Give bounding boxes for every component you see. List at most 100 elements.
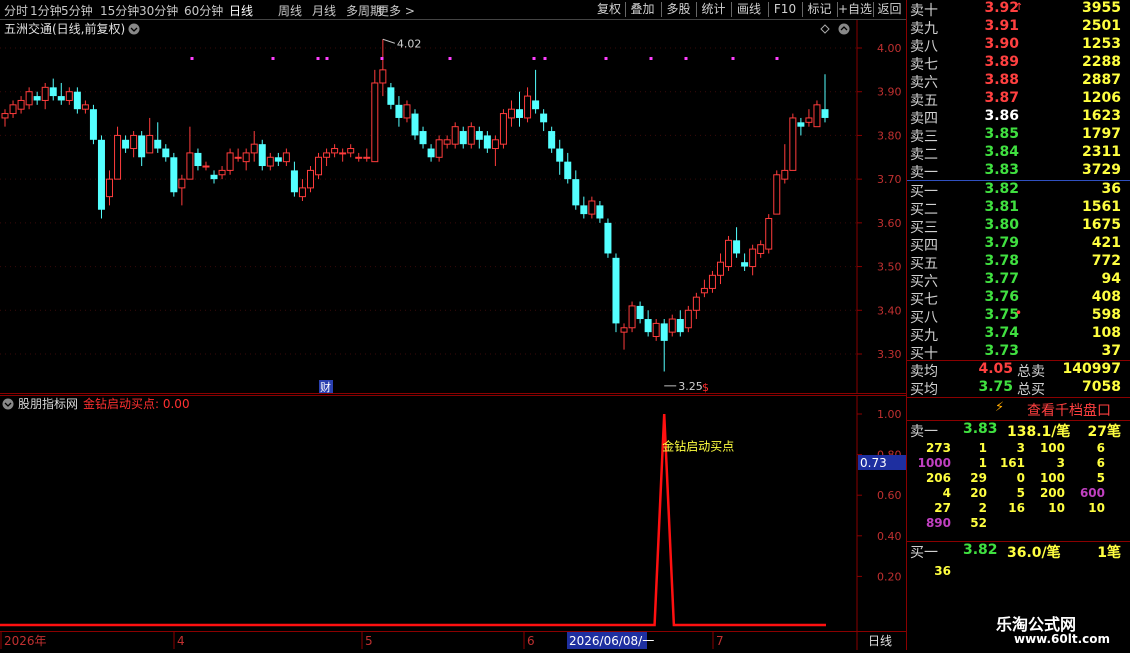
ask-row-5[interactable]: 卖五 3.87 1206 — [907, 90, 1130, 109]
candle — [323, 148, 331, 167]
candle — [725, 235, 733, 271]
candle — [628, 301, 636, 333]
candle — [202, 161, 210, 171]
ask-row-9[interactable]: 卖一 3.83 3729 — [907, 162, 1130, 181]
candle — [548, 126, 556, 153]
ask-row-1[interactable]: 卖九 3.91 2501 — [907, 18, 1130, 37]
candle — [572, 170, 580, 210]
candle — [660, 319, 668, 372]
period-tab-8[interactable]: 月线 — [312, 2, 336, 19]
toolbar-button-5[interactable]: F10 — [769, 1, 801, 18]
candle — [532, 69, 540, 114]
signal-dot — [532, 57, 536, 60]
candle — [395, 96, 403, 127]
candle — [234, 148, 242, 162]
candle — [210, 170, 218, 184]
period-tab-5[interactable]: 60分钟 — [184, 2, 223, 19]
candle — [339, 148, 347, 162]
finance-marker[interactable]: 财 — [320, 380, 331, 394]
order-book-panel: 卖十 3.92 3955 卖九 3.91 2501 卖八 3.90 1253 卖七 3.89 2288… — [906, 0, 1130, 650]
candle — [588, 196, 596, 219]
bid-row-8[interactable]: 买九 3.74 108 — [907, 325, 1130, 344]
chart-option-icons[interactable] — [820, 23, 850, 35]
candle — [741, 253, 749, 271]
period-tab-10[interactable]: 更多 > — [377, 2, 415, 19]
signal-dot — [325, 57, 329, 60]
period-tab-7[interactable]: 周线 — [278, 2, 302, 19]
toolbar-button-0[interactable]: 复权 — [593, 1, 625, 18]
signal-dot — [649, 57, 653, 60]
ask-row-6[interactable]: 卖四 3.86 1623 — [907, 108, 1130, 127]
toolbar-button-8[interactable]: 返回 — [874, 1, 905, 18]
candle — [315, 152, 323, 180]
candle — [89, 104, 97, 145]
bid-row-4[interactable]: 买五 3.78 772 — [907, 253, 1130, 272]
candle — [805, 109, 813, 127]
kline-svg[interactable]: 4.00 3.90 3.80 3.70 3.60 3.50 3.40 3.30 五洲交通(日线… — [0, 20, 906, 394]
toolbar-button-3[interactable]: 统计 — [697, 1, 730, 18]
toolbar-button-2[interactable]: 多股 — [662, 1, 695, 18]
candle — [130, 131, 138, 158]
main-kline-chart[interactable]: 4.00 3.90 3.80 3.70 3.60 3.50 3.40 3.30 五洲交通(日线… — [0, 20, 906, 394]
s-marker[interactable]: $ — [702, 381, 709, 394]
candle — [419, 126, 427, 149]
sell-queue-row: 4 20 5 200 600 — [942, 486, 1105, 500]
bid-row-0[interactable]: 买一 3.82 36 — [907, 181, 1130, 200]
date-axis: 2026年 4 5 6 7 2026/06/08/一 日线 — [0, 631, 906, 650]
candle — [114, 126, 122, 180]
toolbar-button-7[interactable]: +自选 — [838, 1, 872, 18]
period-tab-4[interactable]: 30分钟 — [139, 2, 178, 19]
candle — [1, 109, 9, 127]
candle — [749, 244, 757, 276]
ind-y-tick-label: 0.60 — [877, 489, 902, 502]
indicator-svg[interactable]: 股朋指标网 金钻启动买点: 0.00 1.000.800.600.400.20 … — [0, 395, 906, 631]
toolbar-button-6[interactable]: 标记 — [803, 1, 836, 18]
sell-queue-row: 273 1 3 100 6 — [925, 441, 1105, 455]
candle — [226, 148, 234, 175]
candle — [564, 152, 572, 184]
candle — [435, 135, 443, 162]
period-tab-6[interactable]: 日线 — [229, 2, 253, 19]
candle — [250, 131, 258, 162]
toolbar-button-1[interactable]: 叠加 — [626, 1, 659, 18]
period-tab-2[interactable]: 5分钟 — [61, 2, 93, 19]
ind-y-tick-label: 0.40 — [877, 530, 902, 543]
month-label: 5 — [365, 634, 373, 648]
candle — [154, 122, 162, 153]
candle — [81, 100, 89, 114]
candle — [692, 292, 700, 320]
signal-dot — [775, 57, 779, 60]
bid-row-2[interactable]: 买三 3.80 1675 — [907, 217, 1130, 236]
toolbar-button-4[interactable]: 画线 — [732, 1, 766, 18]
candle — [668, 314, 676, 337]
candle — [106, 170, 114, 206]
title-dropdown-icon[interactable] — [128, 23, 140, 35]
ask-row-4[interactable]: 卖六 3.88 2887 — [907, 72, 1130, 91]
bid-row-9[interactable]: 买十 3.73 37 — [907, 343, 1130, 362]
candle — [347, 144, 355, 158]
period-tab-0[interactable]: 分时 — [4, 2, 28, 19]
bid-row-1[interactable]: 买二 3.81 1561 — [907, 199, 1130, 218]
ask-row-8[interactable]: 卖二 3.84 2311 — [907, 144, 1130, 163]
sell-queue-row: 890 52 — [925, 516, 987, 530]
bid-row-6[interactable]: 买七 3.76 408 — [907, 289, 1130, 308]
period-tab-3[interactable]: 15分钟 — [100, 2, 139, 19]
candle — [17, 96, 25, 114]
candle — [451, 122, 459, 149]
period-tab-1[interactable]: 1分钟 — [30, 2, 62, 19]
candle — [403, 100, 411, 123]
ask-row-2[interactable]: 卖八 3.90 1253 — [907, 36, 1130, 55]
candle — [821, 74, 829, 123]
indicator-dropdown-icon[interactable] — [2, 398, 14, 410]
candle — [186, 126, 194, 180]
indicator-panel[interactable]: 股朋指标网 金钻启动买点: 0.00 1.000.800.600.400.20 … — [0, 395, 906, 631]
high-pointer — [382, 38, 396, 44]
candle — [363, 148, 371, 162]
ask-row-7[interactable]: 卖三 3.85 1797 — [907, 126, 1130, 145]
view-all-depth-button[interactable]: ⚡ 查看千档盘口 — [907, 398, 1130, 420]
bid-row-5[interactable]: 买六 3.77 94 — [907, 271, 1130, 290]
candle — [194, 148, 202, 171]
candle — [483, 131, 491, 153]
ask-row-3[interactable]: 卖七 3.89 2288 — [907, 54, 1130, 73]
bid-row-3[interactable]: 买四 3.79 421 — [907, 235, 1130, 254]
